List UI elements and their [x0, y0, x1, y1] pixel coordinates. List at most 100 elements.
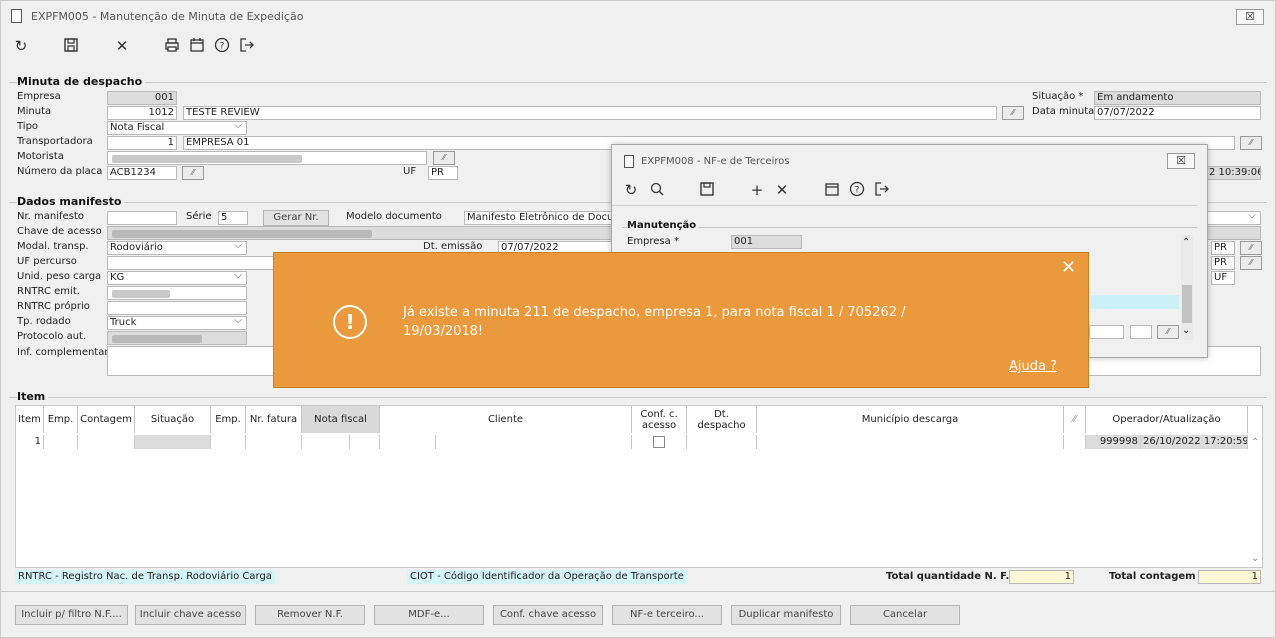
col-emp-2[interactable]: Emp. — [211, 406, 246, 433]
col-nr-fatura[interactable]: Nr. fatura — [246, 406, 302, 433]
right-select[interactable] — [1206, 211, 1261, 225]
row-nf-serie-cell[interactable] — [350, 435, 380, 449]
uf-right-lookup-2[interactable]: ⁄⁄ — [1240, 256, 1262, 270]
cancelar-button[interactable]: Cancelar — [850, 605, 960, 625]
col-nota-fiscal[interactable]: Nota fiscal — [302, 406, 380, 433]
placa-lookup-button[interactable]: ⁄⁄ — [182, 166, 204, 180]
modal-transp-select[interactable]: Rodoviário — [107, 241, 247, 255]
duplicar-manifesto-button[interactable]: Duplicar manifesto — [731, 605, 841, 625]
print-icon[interactable] — [162, 37, 182, 55]
cancel-icon[interactable]: ✕ — [112, 37, 132, 55]
motorista-lookup-button[interactable]: ⁄⁄ — [433, 151, 455, 165]
col-operador[interactable]: Operador/Atualização — [1086, 406, 1248, 433]
sub-empresa-field[interactable]: 001 — [731, 235, 802, 249]
window-close-button[interactable]: ☒ — [1236, 9, 1264, 25]
uf-right-lookup-1[interactable]: ⁄⁄ — [1240, 241, 1262, 255]
nr-manifesto-field[interactable] — [107, 211, 177, 225]
col-item[interactable]: Item — [16, 406, 44, 433]
col-municipio[interactable]: Município descarga — [757, 406, 1064, 433]
row-situacao-cell[interactable] — [135, 435, 211, 449]
motorista-field[interactable] — [107, 151, 427, 165]
col-conf-acesso[interactable]: Conf. c. acesso — [632, 406, 687, 433]
close-icon[interactable]: ✕ — [1061, 258, 1076, 278]
uf-right-field-3[interactable]: UF — [1211, 271, 1235, 285]
incluir-filtro-button[interactable]: Incluir p/ filtro N.F.... — [15, 605, 128, 625]
uf-right-field-1[interactable]: PR — [1211, 241, 1235, 255]
refresh-icon[interactable]: ↻ — [621, 181, 641, 199]
add-icon[interactable]: + — [747, 181, 767, 199]
ciot-note: CIOT - Código Identificador da Operação … — [407, 570, 687, 584]
minuta-lookup-button[interactable]: ⁄⁄ — [1002, 106, 1024, 120]
calendar-icon[interactable] — [822, 181, 842, 199]
uf-right-field-2[interactable]: PR — [1211, 256, 1235, 270]
row-lookup-cell[interactable] — [1064, 435, 1086, 449]
serie-field[interactable]: 5 — [218, 211, 248, 225]
row-item-cell[interactable]: 1 — [16, 435, 44, 449]
table-scroll-up-icon[interactable]: ⌃ — [1251, 437, 1259, 448]
table-scroll-down-icon[interactable]: ⌄ — [1251, 553, 1259, 564]
help-link[interactable]: Ajuda ? — [1009, 359, 1057, 374]
transportadora-lookup-button[interactable]: ⁄⁄ — [1240, 136, 1262, 150]
exit-icon[interactable] — [237, 37, 257, 55]
col-cliente[interactable]: Cliente — [380, 406, 632, 433]
row-emp2-cell[interactable] — [211, 435, 246, 449]
exit-icon[interactable] — [872, 181, 892, 199]
sub-scroll-thumb[interactable] — [1182, 285, 1192, 323]
uf-field[interactable]: PR — [428, 166, 458, 180]
save-icon[interactable] — [697, 181, 717, 199]
transportadora-code-field[interactable]: 1 — [107, 136, 177, 150]
cancel-icon[interactable]: ✕ — [772, 181, 792, 199]
col-contagem[interactable]: Contagem — [78, 406, 135, 433]
situacao-field[interactable]: Em andamento — [1094, 91, 1261, 105]
col-situacao[interactable]: Situação — [135, 406, 211, 433]
col-dt-despacho[interactable]: Dt. despacho — [687, 406, 757, 433]
sub-highlight-row[interactable] — [1089, 295, 1179, 309]
row-conf-cell[interactable] — [632, 435, 687, 449]
tp-rodado-label: Tp. rodado — [17, 316, 71, 327]
save-icon[interactable] — [61, 37, 81, 55]
protocolo-field[interactable] — [107, 331, 247, 345]
help-icon[interactable]: ? — [212, 37, 232, 55]
remover-nf-button[interactable]: Remover N.F. — [255, 605, 365, 625]
svg-text:?: ? — [855, 186, 860, 196]
sub-window-close-button[interactable]: ☒ — [1167, 153, 1195, 169]
row-emp-cell[interactable] — [44, 435, 78, 449]
uf-percurso-field[interactable] — [107, 256, 277, 270]
sub-lookup-button[interactable]: ⁄⁄ — [1157, 325, 1179, 339]
tipo-select[interactable]: Nota Fiscal — [107, 121, 247, 135]
conf-chave-button[interactable]: Conf. chave acesso — [493, 605, 603, 625]
empresa-field[interactable]: 001 — [107, 91, 177, 105]
minuta-number-field[interactable]: 1012 — [107, 106, 177, 120]
sub-scroll-down-icon[interactable]: ⌄ — [1182, 325, 1190, 336]
refresh-icon[interactable]: ↻ — [11, 37, 31, 55]
col-emp[interactable]: Emp. — [44, 406, 78, 433]
row-cliente-code-cell[interactable] — [380, 435, 436, 449]
sub-scroll-up-icon[interactable]: ⌃ — [1182, 237, 1190, 248]
mdfe-button[interactable]: MDF-e... — [374, 605, 484, 625]
sub-field-b[interactable] — [1130, 325, 1152, 339]
tp-rodado-select[interactable]: Truck — [107, 316, 247, 330]
sub-field-a[interactable] — [1089, 325, 1124, 339]
modelo-documento-select[interactable]: Manifesto Eletrônico de Docum — [464, 211, 614, 225]
conf-acesso-checkbox[interactable] — [653, 436, 665, 448]
row-dt-cell[interactable] — [687, 435, 757, 449]
gerar-nr-button[interactable]: Gerar Nr. — [263, 210, 329, 226]
calendar-icon[interactable] — [187, 37, 207, 55]
minuta-description-field[interactable]: TESTE REVIEW — [183, 106, 997, 120]
rntrc-proprio-field[interactable] — [107, 301, 247, 315]
help-icon[interactable]: ? — [847, 181, 867, 199]
chave-acesso-field[interactable] — [107, 226, 617, 240]
row-fatura-cell[interactable] — [246, 435, 302, 449]
nfe-terceiro-button[interactable]: NF-e terceiro... — [612, 605, 722, 625]
unid-peso-select[interactable]: KG — [107, 271, 247, 285]
data-minuta-field[interactable]: 07/07/2022 — [1094, 106, 1261, 120]
row-municipio-cell[interactable] — [757, 435, 1064, 449]
row-contagem-cell[interactable] — [78, 435, 135, 449]
row-cliente-cell[interactable] — [436, 435, 632, 449]
incluir-chave-button[interactable]: Incluir chave acesso — [135, 605, 246, 625]
search-icon[interactable] — [647, 181, 667, 199]
placa-field[interactable]: ACB1234 — [107, 166, 177, 180]
row-nf-cell[interactable] — [302, 435, 350, 449]
rntrc-emit-field[interactable] — [107, 286, 247, 300]
col-lookup[interactable]: ⁄⁄ — [1064, 406, 1086, 433]
